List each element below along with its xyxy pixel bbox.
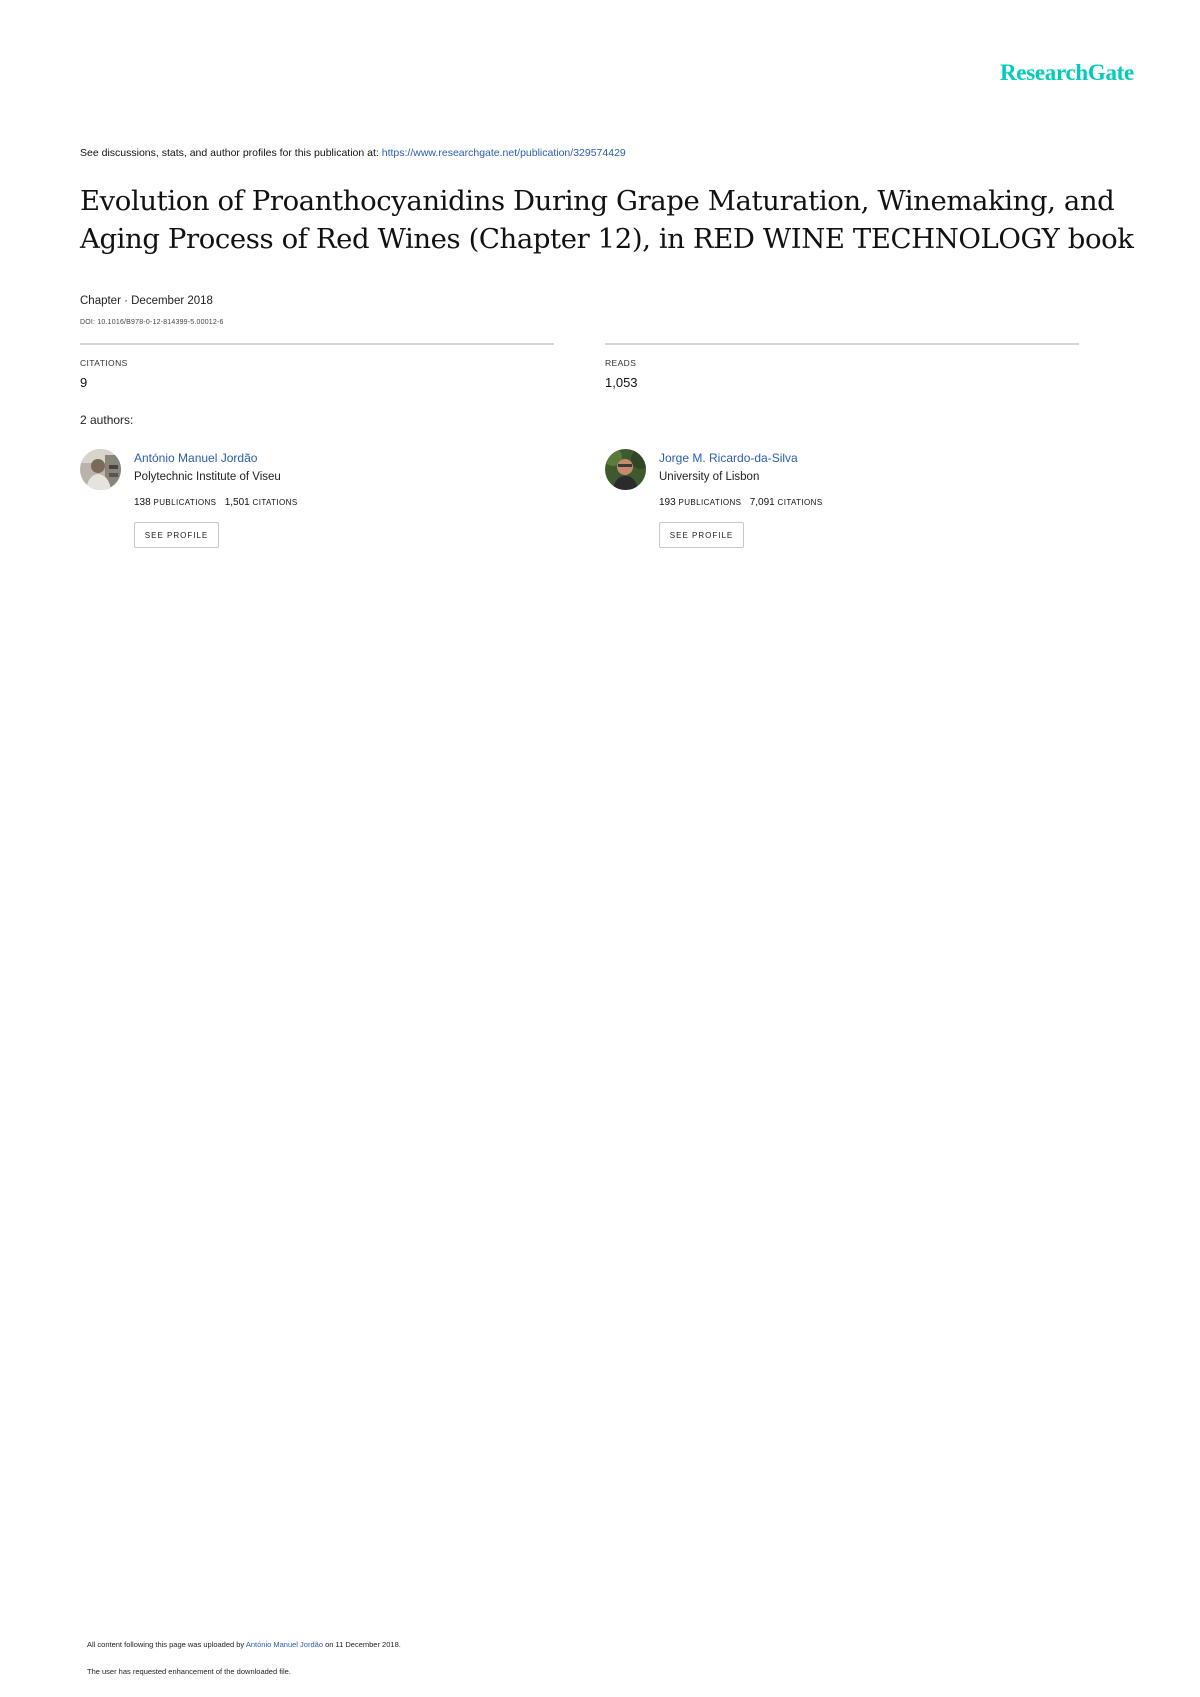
author-name-link[interactable]: Jorge M. Ricardo-da-Silva bbox=[659, 451, 798, 465]
publication-link-line: See discussions, stats, and author profi… bbox=[80, 147, 626, 159]
citations-label: CITATIONS bbox=[80, 358, 128, 368]
citations-divider bbox=[80, 343, 554, 345]
author-citations-label: CITATIONS bbox=[777, 498, 823, 507]
author-avatar[interactable] bbox=[605, 449, 646, 490]
author-avatar[interactable] bbox=[80, 449, 121, 490]
author-publications-label: PUBLICATIONS bbox=[153, 498, 217, 507]
author-photo-icon bbox=[605, 449, 646, 490]
reads-value: 1,053 bbox=[605, 375, 638, 390]
see-profile-button[interactable]: SEE PROFILE bbox=[659, 522, 744, 548]
author-stats: 193 PUBLICATIONS 7,091 CITATIONS bbox=[659, 497, 823, 508]
enhancement-note: The user has requested enhancement of th… bbox=[87, 1667, 291, 1676]
author-institution: University of Lisbon bbox=[659, 471, 760, 483]
author-name-link[interactable]: António Manuel Jordão bbox=[134, 451, 257, 465]
publication-meta: Chapter · December 2018 bbox=[80, 295, 213, 307]
author-publications-label: PUBLICATIONS bbox=[678, 498, 742, 507]
author-citations-count: 1,501 bbox=[224, 497, 250, 508]
uploaded-suffix: on 11 December 2018. bbox=[323, 1640, 401, 1649]
author-publications-count: 193 bbox=[659, 497, 676, 508]
author-stats: 138 PUBLICATIONS 1,501 CITATIONS bbox=[134, 497, 298, 508]
citations-value: 9 bbox=[80, 375, 88, 390]
see-profile-button[interactable]: SEE PROFILE bbox=[134, 522, 219, 548]
reads-label: READS bbox=[605, 358, 637, 368]
uploaded-by-note: All content following this page was uplo… bbox=[87, 1640, 401, 1649]
publication-url-link[interactable]: https://www.researchgate.net/publication… bbox=[382, 147, 626, 159]
uploaded-prefix: All content following this page was uplo… bbox=[87, 1640, 246, 1649]
publication-title: Evolution of Proanthocyanidins During Gr… bbox=[80, 185, 1134, 255]
authors-count-label: 2 authors: bbox=[80, 413, 134, 427]
author-publications-count: 138 bbox=[134, 497, 151, 508]
author-citations-label: CITATIONS bbox=[252, 498, 298, 507]
author-photo-icon bbox=[80, 449, 121, 490]
author-institution: Polytechnic Institute of Viseu bbox=[134, 471, 281, 483]
researchgate-logo[interactable]: ResearchGate bbox=[1000, 60, 1134, 86]
reads-divider bbox=[605, 343, 1079, 345]
author-citations-count: 7,091 bbox=[749, 497, 775, 508]
see-discussions-text: See discussions, stats, and author profi… bbox=[80, 147, 382, 159]
uploader-link[interactable]: António Manuel Jordão bbox=[246, 1640, 323, 1649]
publication-doi: DOI: 10.1016/B978-0-12-814399-5.00012-6 bbox=[80, 319, 224, 326]
